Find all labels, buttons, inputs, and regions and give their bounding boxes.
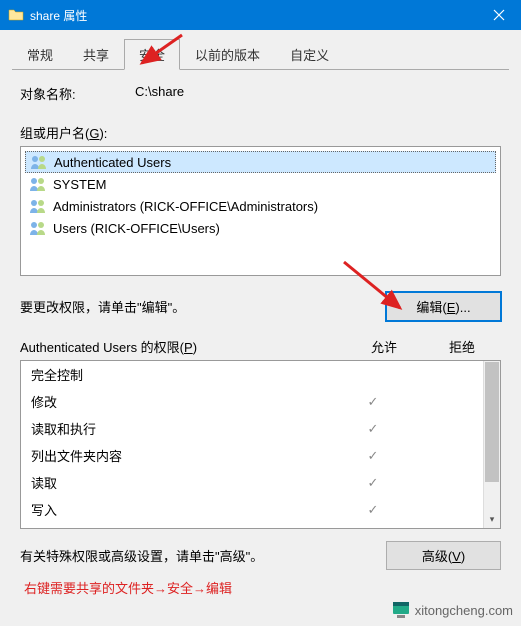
group-icon	[29, 220, 47, 236]
permission-row: 列出文件夹内容 ✓	[21, 442, 500, 469]
groups-label: 组或用户名(G):	[20, 123, 509, 142]
permission-name: 列出文件夹内容	[31, 446, 334, 465]
watermark-text: xitongcheng.com	[415, 603, 513, 618]
object-name-value: C:\share	[135, 84, 184, 103]
allow-cell: ✓	[334, 475, 412, 491]
groups-listbox[interactable]: Authenticated Users SYSTEM Administrator…	[20, 146, 501, 276]
watermark-icon	[391, 600, 411, 620]
tab-bar: 常规 共享 安全 以前的版本 自定义	[12, 38, 509, 70]
permission-name: 修改	[31, 392, 334, 411]
object-name-row: 对象名称: C:\share	[20, 84, 509, 103]
close-button[interactable]	[476, 0, 521, 30]
allow-cell: ✓	[334, 502, 412, 518]
dialog-content: 常规 共享 安全 以前的版本 自定义 对象名称: C:\share 组或用户名(…	[0, 30, 521, 597]
permission-row: 读取 ✓	[21, 469, 500, 496]
object-name-label: 对象名称:	[20, 84, 135, 103]
allow-column-header: 允许	[345, 337, 423, 356]
tab-security[interactable]: 安全	[124, 39, 180, 70]
edit-button[interactable]: 编辑(E)...	[386, 292, 501, 321]
tab-sharing[interactable]: 共享	[68, 39, 124, 70]
permission-name: 读取和执行	[31, 419, 334, 438]
list-item[interactable]: Users (RICK-OFFICE\Users)	[25, 217, 496, 239]
list-item-text: SYSTEM	[53, 177, 106, 192]
tab-previous-versions[interactable]: 以前的版本	[180, 39, 275, 70]
scrollbar-vertical[interactable]: ▾	[483, 361, 500, 528]
list-item-text: Administrators (RICK-OFFICE\Administrato…	[53, 199, 318, 214]
list-item[interactable]: Authenticated Users	[25, 151, 496, 173]
list-item-text: Users (RICK-OFFICE\Users)	[53, 221, 220, 236]
list-item[interactable]: SYSTEM	[25, 173, 496, 195]
tab-general[interactable]: 常规	[12, 39, 68, 70]
allow-cell: ✓	[334, 394, 412, 410]
titlebar: share 属性	[0, 0, 521, 30]
advanced-hint-text: 有关特殊权限或高级设置，请单击"高级"。	[20, 546, 386, 565]
advanced-button[interactable]: 高级(V)	[386, 541, 501, 570]
scroll-down-button[interactable]: ▾	[484, 511, 500, 528]
permission-row: 读取和执行 ✓	[21, 415, 500, 442]
permissions-listbox: 完全控制 修改 ✓ 读取和执行 ✓ 列出文件夹内容 ✓ 读取 ✓	[20, 360, 501, 529]
advanced-row: 有关特殊权限或高级设置，请单击"高级"。 高级(V)	[20, 541, 501, 570]
permission-name: 读取	[31, 473, 334, 492]
folder-icon	[8, 7, 24, 23]
permission-row: 修改 ✓	[21, 388, 500, 415]
list-item-text: Authenticated Users	[54, 155, 171, 170]
permissions-title: Authenticated Users 的权限(P)	[20, 337, 345, 356]
annotation-text: 右键需要共享的文件夹→安全→编辑	[24, 578, 509, 597]
edit-hint-row: 要更改权限，请单击"编辑"。 编辑(E)...	[20, 292, 501, 321]
permission-name: 写入	[31, 500, 334, 519]
allow-cell: ✓	[334, 421, 412, 437]
list-item[interactable]: Administrators (RICK-OFFICE\Administrato…	[25, 195, 496, 217]
group-icon	[30, 154, 48, 170]
group-icon	[29, 198, 47, 214]
deny-column-header: 拒绝	[423, 337, 501, 356]
window-title: share 属性	[30, 7, 476, 24]
edit-hint-text: 要更改权限，请单击"编辑"。	[20, 297, 386, 316]
permission-row: 写入 ✓	[21, 496, 500, 523]
permission-row: 完全控制	[21, 361, 500, 388]
permissions-header: Authenticated Users 的权限(P) 允许 拒绝	[20, 337, 501, 356]
watermark: xitongcheng.com	[391, 600, 513, 620]
permission-name: 完全控制	[31, 365, 334, 384]
scroll-thumb[interactable]	[485, 362, 499, 482]
allow-cell: ✓	[334, 448, 412, 464]
group-icon	[29, 176, 47, 192]
tab-customize[interactable]: 自定义	[275, 39, 344, 70]
